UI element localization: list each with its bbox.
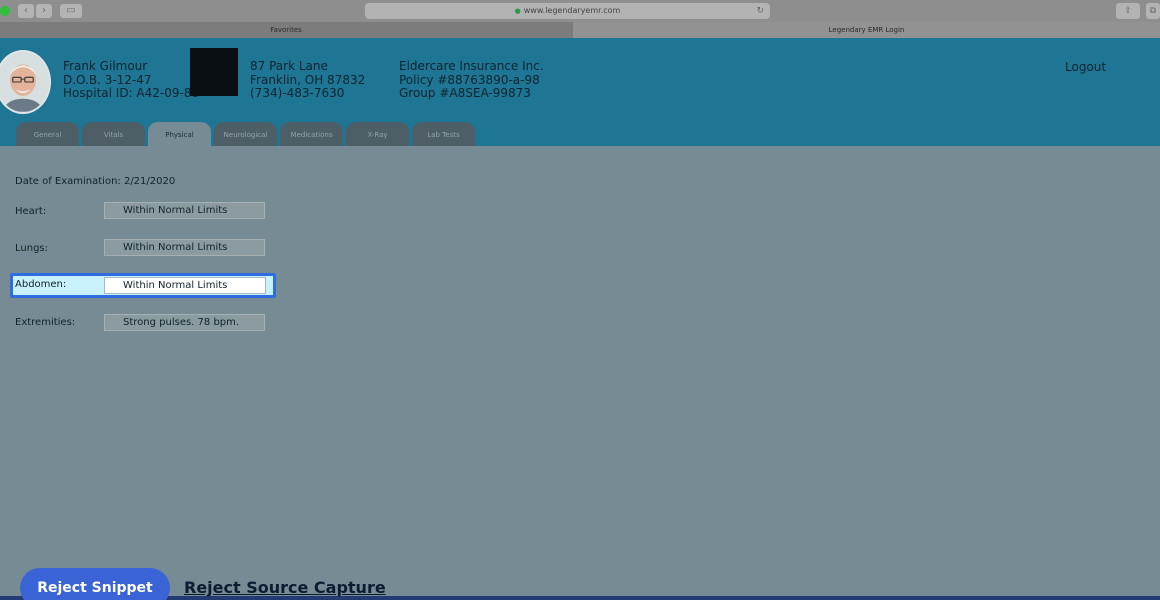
heart-label: Heart: [15,206,47,217]
share-icon[interactable]: ⇪ [1116,3,1140,19]
phone-number: (734)-483-7630 [250,86,345,100]
tab-vitals[interactable]: Vitals [82,122,145,146]
forward-button[interactable]: › [36,4,52,18]
address-line-2: Franklin, OH 87832 [250,72,366,87]
tab-physical[interactable]: Physical [148,122,211,146]
patient-contact: 87 Park Lane Franklin, OH 87832 (734)-48… [250,59,366,101]
tab-general[interactable]: General [16,122,79,146]
lock-icon: ● [514,7,521,15]
lungs-label: Lungs: [15,243,48,254]
tab-neurological[interactable]: Neurological [214,122,277,146]
physical-exam-panel: Date of Examination: 2/21/2020 Heart: Wi… [0,146,1160,566]
window-zoom-icon[interactable] [0,6,10,16]
abdomen-row-highlight[interactable]: Abdomen: Within Normal Limits [10,273,276,298]
heart-field[interactable]: Within Normal Limits [104,202,265,219]
address-bar[interactable]: ● www.legendaryemr.com ↻ [365,3,770,19]
abdomen-field[interactable]: Within Normal Limits [104,277,266,294]
patient-hospital-id: Hospital ID: A42-09-88 [63,86,200,100]
reload-icon[interactable]: ↻ [756,3,764,19]
back-button[interactable]: ‹ [18,4,34,18]
patient-avatar [0,50,51,114]
url-text: www.legendaryemr.com [523,6,621,15]
redacted-box [190,48,238,96]
abdomen-label: Abdomen: [15,279,67,290]
extremities-label: Extremities: [15,317,76,328]
logout-link[interactable]: Logout [1065,60,1106,74]
tab-medications[interactable]: Medications [280,122,343,146]
tab-x-ray[interactable]: X-Ray [346,122,409,146]
patient-identity: Frank Gilmour D.O.B. 3-12-47 Hospital ID… [63,59,200,101]
insurance-info: Eldercare Insurance Inc. Policy #8876389… [399,59,544,101]
extremities-field[interactable]: Strong pulses. 78 bpm. [104,314,265,331]
browser-tab-bar: Favorites Legendary EMR Login [0,22,1160,38]
browser-tab-favorites[interactable]: Favorites [0,22,572,38]
chart-tabs: General Vitals Physical Neurological Med… [0,122,1160,146]
tab-lab-tests[interactable]: Lab Tests [412,122,475,146]
group-number: Group #A8SEA-99873 [399,86,531,100]
lungs-field[interactable]: Within Normal Limits [104,239,265,256]
insurer-name: Eldercare Insurance Inc. [399,59,544,73]
browser-toolbar: ‹ › ▭ ● www.legendaryemr.com ↻ ⇪ ⧉ [0,0,1160,22]
exam-date: Date of Examination: 2/21/2020 [15,176,176,187]
reject-snippet-button[interactable]: Reject Snippet [20,568,170,600]
sidebar-toggle-icon[interactable]: ▭ [60,4,82,18]
patient-photo-icon [0,52,49,112]
patient-header: Frank Gilmour D.O.B. 3-12-47 Hospital ID… [0,38,1160,146]
bottom-strip [0,596,1160,600]
patient-name: Frank Gilmour [63,59,148,73]
address-line-1: 87 Park Lane [250,59,328,73]
browser-tab-emr-login[interactable]: Legendary EMR Login [573,22,1160,38]
patient-dob: D.O.B. 3-12-47 [63,72,152,87]
policy-number: Policy #88763890-a-98 [399,72,540,87]
tabs-overview-icon[interactable]: ⧉ [1146,3,1160,19]
reject-source-capture-link[interactable]: Reject Source Capture [184,578,386,597]
